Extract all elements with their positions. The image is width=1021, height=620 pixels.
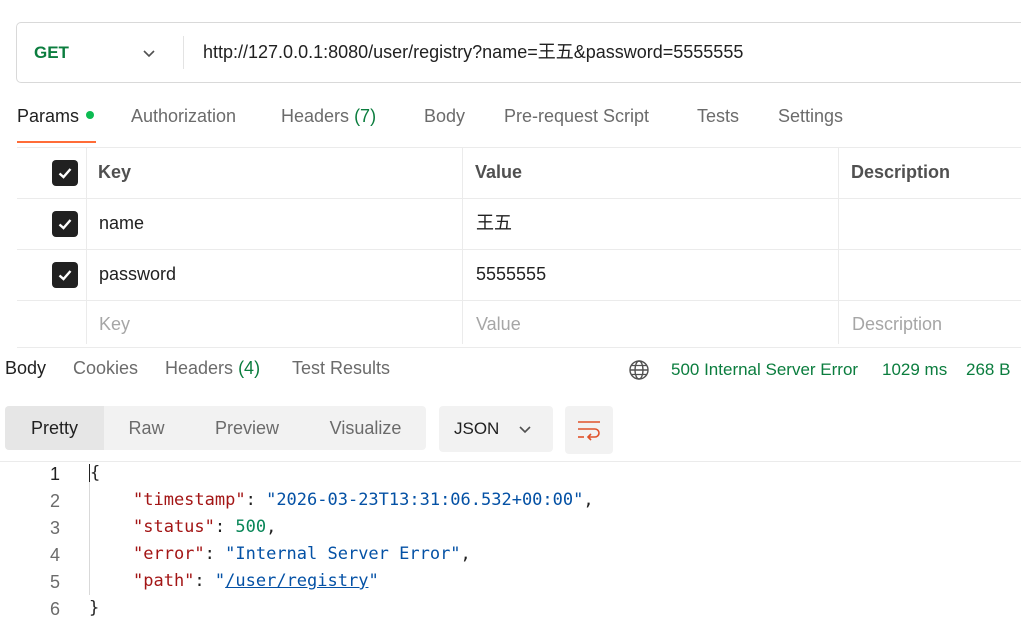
view-preview-button[interactable]: Preview <box>194 406 300 450</box>
new-param-value-input[interactable]: Value <box>476 301 521 347</box>
tab-authorization[interactable]: Authorization <box>131 106 236 127</box>
format-label: JSON <box>454 419 500 438</box>
view-raw-button[interactable]: Raw <box>109 406 184 450</box>
new-param-key-input[interactable]: Key <box>99 301 130 347</box>
tab-settings[interactable]: Settings <box>778 106 843 127</box>
response-tab-cookies[interactable]: Cookies <box>73 358 138 379</box>
indent-guide <box>89 480 90 595</box>
active-tab-underline <box>17 141 96 143</box>
chevron-down-icon <box>519 426 531 434</box>
wrap-lines-icon <box>578 421 600 441</box>
param-enable-checkbox[interactable] <box>52 262 78 288</box>
param-description-input[interactable] <box>851 199 1021 248</box>
method-label: GET <box>34 42 69 62</box>
param-key-input[interactable]: password <box>99 250 176 299</box>
line-number: 4 <box>49 545 60 565</box>
column-header-key: Key <box>98 162 132 182</box>
response-tab-headers-label: Headers <box>165 358 234 378</box>
code-line: } <box>89 598 99 618</box>
tab-params-label: Params <box>17 106 80 126</box>
json-open-brace: { <box>90 463 101 483</box>
new-param-description-input[interactable]: Description <box>852 301 942 347</box>
params-table: Key Value Description name 王五 password 5… <box>17 147 1021 348</box>
tab-params[interactable]: Params <box>17 106 95 127</box>
code-line: { <box>89 463 100 483</box>
column-header-value: Value <box>475 162 523 182</box>
json-close-brace: } <box>89 598 100 618</box>
line-number: 1 <box>49 464 60 484</box>
json-value: "Internal Server Error" <box>225 544 461 564</box>
param-enable-checkbox[interactable] <box>52 211 78 237</box>
param-value-input[interactable]: 王五 <box>476 199 512 248</box>
code-line: "error": "Internal Server Error", <box>133 544 471 564</box>
line-number: 5 <box>49 572 60 592</box>
url-divider <box>183 36 184 69</box>
json-key: "path" <box>133 571 195 591</box>
json-key: "error" <box>133 544 205 564</box>
table-row: name 王五 <box>17 198 1021 249</box>
view-visualize-button[interactable]: Visualize <box>311 406 420 450</box>
url-input[interactable]: http://127.0.0.1:8080/user/registry?name… <box>203 23 743 82</box>
tab-headers-label: Headers <box>281 106 350 126</box>
request-url-bar: GET http://127.0.0.1:8080/user/registry?… <box>16 22 1021 83</box>
checkbox-checked-icon <box>58 168 72 179</box>
response-tab-body[interactable]: Body <box>5 358 46 379</box>
json-value: 500 <box>235 517 267 537</box>
select-all-checkbox[interactable] <box>52 160 78 186</box>
wrap-lines-button[interactable] <box>565 406 613 454</box>
param-description-input[interactable] <box>851 250 1021 299</box>
checkbox-checked-icon <box>58 219 72 230</box>
line-number: 3 <box>49 518 60 538</box>
column-header-description: Description <box>851 162 951 182</box>
line-number: 6 <box>49 599 60 619</box>
view-pretty-button[interactable]: Pretty <box>5 406 104 450</box>
chevron-down-icon <box>143 50 155 58</box>
table-row: password 5555555 <box>17 249 1021 300</box>
globe-icon[interactable] <box>628 359 650 381</box>
response-status[interactable]: 500 Internal Server Error <box>671 360 858 380</box>
response-time[interactable]: 1029 ms <box>882 360 947 380</box>
method-selector[interactable]: GET <box>17 23 183 82</box>
line-number: 2 <box>49 491 60 511</box>
tab-headers-count: (7) <box>354 106 377 126</box>
json-key: "timestamp" <box>133 490 246 510</box>
code-line: "status": 500, <box>133 517 277 537</box>
params-header-row: Key Value Description <box>17 147 1021 198</box>
param-value-input[interactable]: 5555555 <box>476 250 546 299</box>
tab-body[interactable]: Body <box>424 106 465 127</box>
tab-tests[interactable]: Tests <box>697 106 739 127</box>
params-active-dot <box>86 111 95 120</box>
code-line: "path": "/user/registry" <box>133 571 379 591</box>
format-selector[interactable]: JSON <box>439 406 553 452</box>
code-line: "timestamp": "2026-03-23T13:31:06.532+00… <box>133 490 594 510</box>
tab-headers[interactable]: Headers (7) <box>281 106 376 127</box>
tab-prerequest-script[interactable]: Pre-request Script <box>504 106 649 127</box>
new-param-row: Key Value Description <box>17 300 1021 348</box>
json-key: "status" <box>133 517 215 537</box>
code-divider <box>0 461 1021 462</box>
param-key-input[interactable]: name <box>99 199 144 248</box>
response-tab-test-results[interactable]: Test Results <box>292 358 390 379</box>
response-size[interactable]: 268 B <box>966 360 1010 380</box>
view-mode-group: Pretty Raw Preview Visualize <box>5 406 426 450</box>
json-path-link[interactable]: /user/registry <box>225 571 368 591</box>
response-tab-headers-count: (4) <box>238 358 261 378</box>
checkbox-checked-icon <box>58 270 72 281</box>
json-value: "2026-03-23T13:31:06.532+00:00" <box>266 490 584 510</box>
response-tab-headers[interactable]: Headers (4) <box>165 358 260 379</box>
